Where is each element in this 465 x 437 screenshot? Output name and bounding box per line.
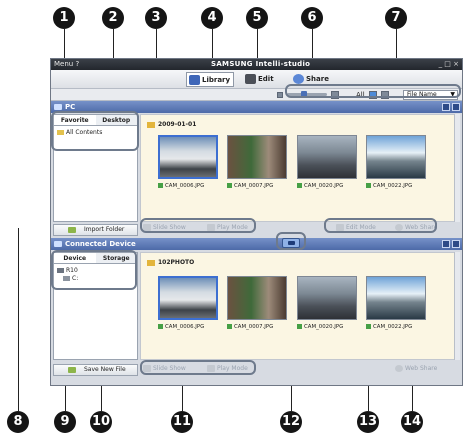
file-name: CAM_0006.JPG <box>165 183 205 189</box>
photo-icon <box>227 183 232 188</box>
app-brand: SAMSUNG Intelli-studio <box>211 60 311 68</box>
save-new-file-button[interactable]: Save New File <box>53 364 138 376</box>
menu-button[interactable]: Menu ? <box>54 59 79 70</box>
callout-12: 12 <box>280 411 302 433</box>
callout-3: 3 <box>145 7 167 29</box>
photo-icon <box>297 324 302 329</box>
share-label: Share <box>306 75 329 83</box>
folder-name: 102PHOTO <box>158 259 195 266</box>
edit-label: Edit <box>258 75 274 83</box>
file-label: CAM_0020.JPG <box>297 324 343 331</box>
device-web-share-button[interactable]: Web Share <box>395 364 437 374</box>
thumbnail[interactable] <box>366 276 426 320</box>
folder-icon <box>147 121 155 128</box>
window-controls[interactable]: _ □ × <box>439 59 459 70</box>
device-scrollbar[interactable] <box>454 252 460 360</box>
file-label: CAM_0022.JPG <box>366 324 412 331</box>
small-thumb-icon[interactable] <box>277 92 283 98</box>
file-label: CAM_0006.JPG <box>158 183 204 190</box>
share-icon <box>293 74 304 84</box>
file-label: CAM_0020.JPG <box>297 183 343 190</box>
leader-line <box>64 29 65 60</box>
device-folder-heading: 102PHOTO <box>147 259 194 267</box>
pc-content: 2009-01-01 CAM_0006.JPG CAM_0007.JPG CAM… <box>140 114 455 222</box>
thumbnail[interactable] <box>227 276 287 320</box>
minimize-icon[interactable] <box>442 103 450 111</box>
minimize-icon[interactable] <box>442 240 450 248</box>
web-share-icon <box>395 365 403 372</box>
file-label: CAM_0007.JPG <box>227 324 273 331</box>
leader-line <box>18 228 19 411</box>
callout-9: 9 <box>54 411 76 433</box>
edit-icon <box>245 74 256 84</box>
photo-icon <box>297 183 302 188</box>
photo-icon <box>227 324 232 329</box>
pc-icon <box>54 104 62 110</box>
thumbnail[interactable] <box>297 135 357 179</box>
device-content: 102PHOTO CAM_0006.JPG CAM_0007.JPG CAM_0… <box>140 252 455 360</box>
callout-11: 11 <box>171 411 193 433</box>
highlight-box <box>276 232 306 250</box>
edit-button[interactable]: Edit <box>243 72 277 87</box>
file-name: CAM_0007.JPG <box>234 324 274 330</box>
highlight-box <box>140 218 256 233</box>
file-name: CAM_0020.JPG <box>304 183 344 189</box>
photo-icon <box>158 324 163 329</box>
maximize-icon[interactable] <box>452 240 460 248</box>
device-icon <box>54 241 62 247</box>
thumbnail[interactable] <box>158 135 218 179</box>
photo-icon <box>366 324 371 329</box>
thumbnail[interactable] <box>297 276 357 320</box>
maximize-icon[interactable] <box>452 103 460 111</box>
photo-icon <box>158 183 163 188</box>
folder-name: 2009-01-01 <box>158 121 197 128</box>
file-name: CAM_0020.JPG <box>304 324 344 330</box>
file-name: CAM_0007.JPG <box>234 183 274 189</box>
import-folder-button[interactable]: Import Folder <box>53 224 138 236</box>
import-folder-label: Import Folder <box>84 226 125 233</box>
pc-folder-heading: 2009-01-01 <box>147 121 196 129</box>
photo-icon <box>366 183 371 188</box>
callout-4: 4 <box>201 7 223 29</box>
file-label: CAM_0022.JPG <box>366 183 412 190</box>
save-new-file-label: Save New File <box>84 366 126 373</box>
library-label: Library <box>202 76 231 84</box>
file-label: CAM_0007.JPG <box>227 183 273 190</box>
device-panel-header: Connected Device <box>51 238 462 250</box>
thumbnail[interactable] <box>227 135 287 179</box>
device-panel-title: Connected Device <box>65 240 136 248</box>
title-bar: Menu ? SAMSUNG Intelli-studio _ □ × <box>51 59 462 70</box>
library-icon <box>189 75 200 85</box>
folder-icon <box>147 259 155 266</box>
file-name: CAM_0022.JPG <box>373 324 413 330</box>
file-name: CAM_0022.JPG <box>373 183 413 189</box>
thumbnail[interactable] <box>366 135 426 179</box>
callout-8: 8 <box>7 411 29 433</box>
highlight-box <box>324 218 437 233</box>
callout-13: 13 <box>357 411 379 433</box>
import-icon <box>68 227 76 233</box>
highlight-box <box>51 111 139 151</box>
highlight-box <box>140 360 256 375</box>
highlight-box <box>51 250 137 290</box>
library-button[interactable]: Library <box>186 72 235 87</box>
save-icon <box>68 367 76 373</box>
highlight-box <box>285 84 461 98</box>
callout-7: 7 <box>385 7 407 29</box>
file-label: CAM_0006.JPG <box>158 324 204 331</box>
callout-10: 10 <box>90 411 112 433</box>
callout-1: 1 <box>53 7 75 29</box>
pc-scrollbar[interactable] <box>454 114 460 222</box>
callout-2: 2 <box>102 7 124 29</box>
callout-6: 6 <box>301 7 323 29</box>
callout-5: 5 <box>246 7 268 29</box>
thumbnail[interactable] <box>158 276 218 320</box>
figure: 1 2 3 4 5 6 7 8 9 10 11 12 13 14 Menu ? … <box>0 0 465 437</box>
file-name: CAM_0006.JPG <box>165 324 205 330</box>
web-share-label: Web Share <box>405 365 438 372</box>
callout-14: 14 <box>401 411 423 433</box>
